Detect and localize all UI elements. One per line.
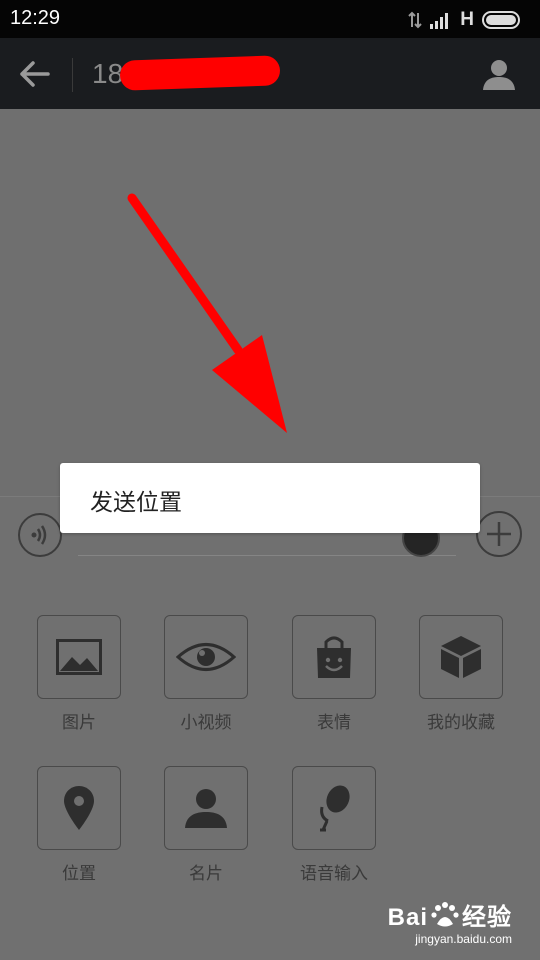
panel-label-voice-input: 语音输入 (300, 864, 368, 884)
watermark-site: jingyan.baidu.com (415, 932, 512, 946)
contact-title: 18 (92, 58, 124, 89)
panel-item-stickers[interactable] (292, 615, 376, 699)
cube-icon (441, 636, 481, 678)
more-actions-button[interactable] (476, 511, 522, 557)
location-pin-icon (64, 786, 94, 830)
plus-icon (487, 522, 511, 546)
image-icon (56, 639, 102, 675)
sticker-bag-icon (317, 636, 351, 678)
panel-label-favorites: 我的收藏 (427, 713, 495, 733)
redaction-mark (119, 55, 281, 91)
panel-label-contact-card: 名片 (189, 864, 223, 884)
panel-label-stickers: 表情 (317, 713, 351, 733)
popup-item-send-location[interactable]: 发送位置 (90, 483, 182, 517)
back-arrow-icon[interactable] (16, 56, 56, 92)
chat-message-area[interactable] (0, 109, 540, 496)
header-divider (72, 58, 73, 92)
voice-toggle-button[interactable] (18, 513, 62, 557)
person-icon (185, 789, 227, 828)
status-indicators: H (408, 9, 522, 31)
profile-icon[interactable] (482, 57, 516, 91)
watermark: Bai 经验 jingyan.baidu.com (388, 897, 512, 946)
panel-item-favorites[interactable] (419, 615, 503, 699)
data-transfer-icon (408, 11, 422, 29)
status-bar: 12:29 H (0, 0, 540, 38)
signal-strength-icon (430, 13, 449, 29)
panel-label-image: 图片 (62, 713, 96, 733)
panel-label-location: 位置 (62, 864, 96, 884)
panel-item-contact-card[interactable] (164, 766, 248, 850)
microphone-icon (320, 785, 350, 832)
paw-logo-icon (431, 902, 459, 927)
eye-icon (176, 643, 236, 671)
network-type: H (460, 9, 474, 30)
voice-icon (31, 525, 47, 545)
watermark-brand: Bai 经验 (387, 902, 512, 931)
panel-item-short-video[interactable] (164, 615, 248, 699)
panel-label-short-video: 小视频 (180, 713, 232, 733)
panel-item-voice-input[interactable] (292, 766, 376, 850)
context-popup: 发送位置 (60, 463, 480, 533)
status-time: 12:29 (10, 7, 61, 29)
chat-header: 18 (0, 38, 540, 109)
panel-item-location[interactable] (37, 766, 121, 850)
battery-icon (482, 11, 520, 29)
panel-item-image[interactable] (37, 615, 121, 699)
message-input-field[interactable] (78, 555, 456, 556)
